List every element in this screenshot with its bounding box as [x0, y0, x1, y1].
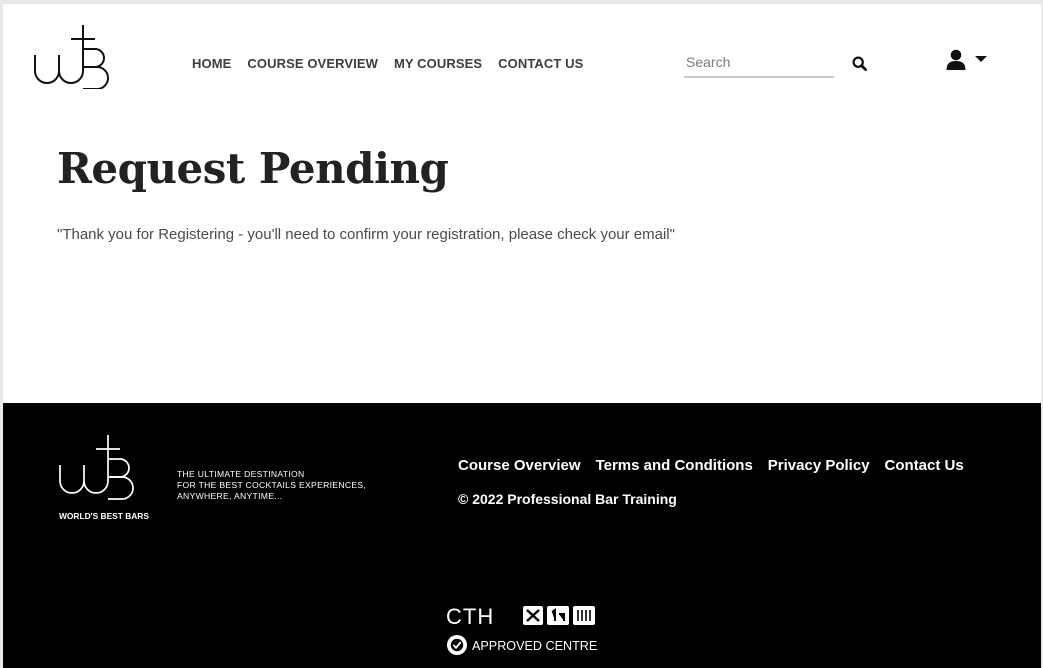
tagline-line: FOR THE BEST COCKTAILS EXPERIENCES,: [177, 480, 367, 490]
site-footer: WORLD'S BEST BARS THE ULTIMATE DESTINATI…: [3, 403, 1041, 668]
tagline-line: ANYWHERE, ANYTIME...: [177, 491, 283, 501]
page-frame: HOME COURSE OVERVIEW MY COURSES CONTACT …: [3, 3, 1041, 668]
nav-contact-us[interactable]: CONTACT US: [498, 56, 583, 71]
approved-seal-icon: [447, 635, 467, 655]
copyright: © 2022 Professional Bar Training: [458, 491, 677, 507]
cth-icons: [523, 606, 595, 625]
footer-logo[interactable]: WORLD'S BEST BARS: [58, 435, 163, 523]
footer-link-privacy[interactable]: Privacy Policy: [768, 457, 870, 474]
footer-link-terms[interactable]: Terms and Conditions: [596, 457, 753, 474]
user-icon: [946, 49, 966, 70]
confirmation-message: "Thank you for Registering - you'll need…: [57, 226, 675, 243]
user-menu-toggle[interactable]: [944, 48, 994, 74]
site-logo[interactable]: [33, 25, 123, 89]
caret-down-icon: [975, 56, 987, 62]
nav-course-overview[interactable]: COURSE OVERVIEW: [247, 56, 378, 71]
nav-home[interactable]: HOME: [192, 56, 231, 71]
cth-approved-centre-badge: CTH APPROVED CENTRE: [446, 604, 597, 655]
footer-links: Course Overview Terms and Conditions Pri…: [458, 457, 964, 474]
footer-logo-text: WORLD'S BEST BARS: [59, 511, 149, 521]
main-nav: HOME COURSE OVERVIEW MY COURSES CONTACT …: [192, 56, 583, 71]
nav-my-courses[interactable]: MY COURSES: [394, 56, 482, 71]
cth-brand-text: CTH: [446, 604, 494, 629]
footer-link-contact[interactable]: Contact Us: [885, 457, 964, 474]
footer-link-course-overview[interactable]: Course Overview: [458, 457, 581, 474]
tagline-line: THE ULTIMATE DESTINATION: [177, 469, 305, 479]
approved-centre-caption: APPROVED CENTRE: [472, 639, 597, 653]
search-icon[interactable]: [851, 55, 869, 73]
page-title: Request Pending: [57, 144, 449, 193]
search-input[interactable]: [684, 51, 834, 78]
footer-tagline: THE ULTIMATE DESTINATION FOR THE BEST CO…: [177, 469, 366, 502]
